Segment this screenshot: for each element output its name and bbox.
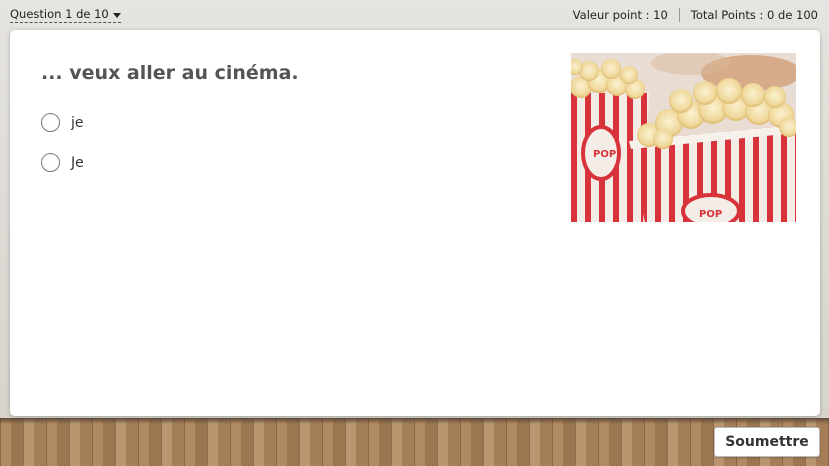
divider	[678, 8, 680, 22]
top-bar: Question 1 de 10 Valeur point : 10 Total…	[0, 0, 829, 30]
question-navigation-dropdown[interactable]: Question 1 de 10	[10, 8, 121, 23]
popcorn-image-icon: POP POP	[571, 53, 796, 222]
wooden-floor-background	[0, 418, 829, 466]
radio-button[interactable]	[41, 153, 60, 172]
radio-button[interactable]	[41, 113, 60, 132]
svg-text:POP: POP	[593, 149, 616, 160]
score-info: Valeur point : 10 Total Points : 0 de 10…	[573, 8, 818, 22]
svg-text:POP: POP	[699, 209, 722, 220]
submit-button[interactable]: Soumettre	[714, 427, 820, 457]
total-points-label: Total Points : 0 de 100	[690, 7, 818, 22]
caret-down-icon	[112, 12, 121, 18]
floor-shadow	[0, 418, 829, 424]
question-card: ... veux aller au cinéma. je Je POP POP	[10, 30, 820, 416]
answer-option-1[interactable]: je	[41, 113, 84, 132]
answer-option-label: je	[71, 114, 84, 131]
question-prompt: ... veux aller au cinéma.	[41, 62, 299, 84]
answer-option-label: Je	[71, 154, 84, 171]
popcorn-photo: POP POP	[571, 53, 796, 222]
point-value-label: Valeur point : 10	[572, 7, 668, 22]
answer-option-2[interactable]: Je	[41, 153, 84, 172]
question-counter-label: Question 1 de 10	[10, 7, 109, 21]
